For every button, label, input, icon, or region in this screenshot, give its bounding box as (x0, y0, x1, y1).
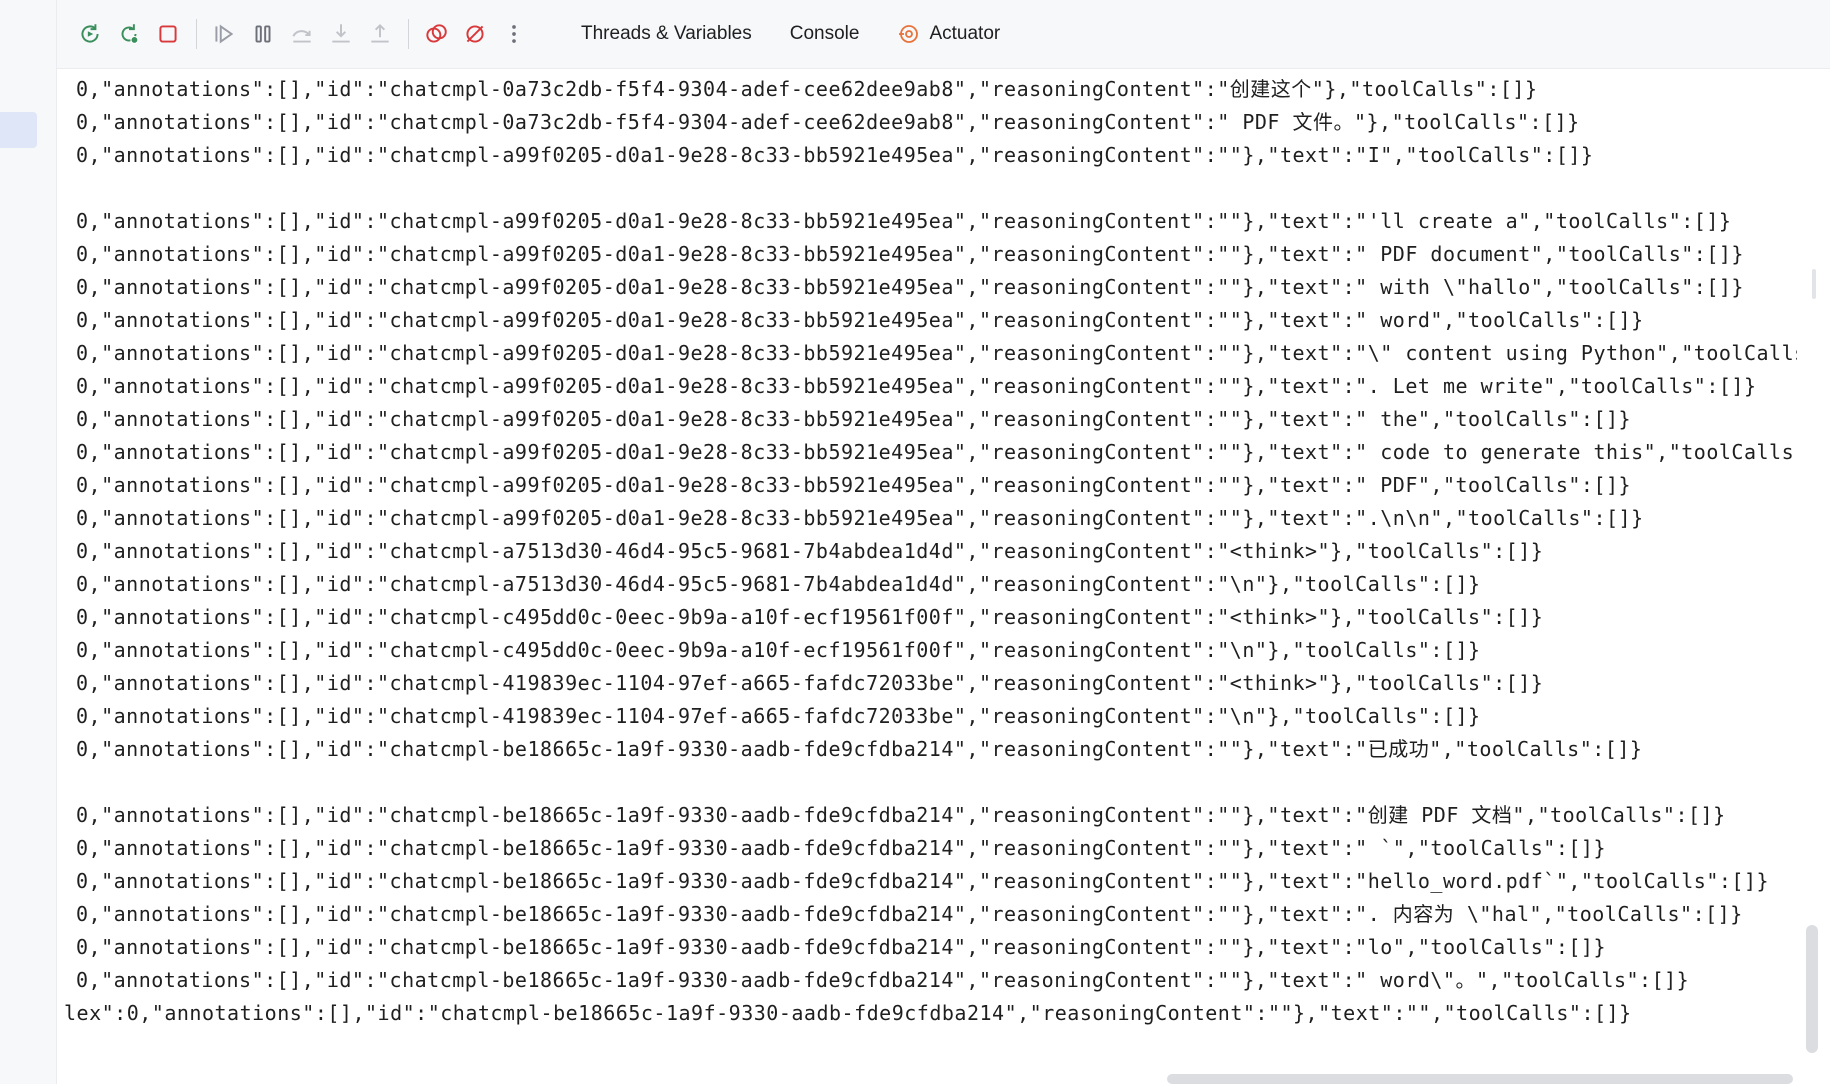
step-into-button[interactable] (322, 15, 360, 53)
pause-icon (255, 25, 271, 43)
restart-button[interactable] (110, 15, 148, 53)
resume-icon (215, 24, 234, 44)
console-output[interactable]: 0,"annotations":[],"id":"chatcmpl-0a73c2… (57, 69, 1797, 1084)
rerun-icon (81, 24, 99, 43)
scroll-marker (1812, 269, 1816, 299)
mute-breakpoints-icon (466, 25, 484, 43)
console-line: 0,"annotations":[],"id":"chatcmpl-0a73c2… (76, 77, 1538, 101)
step-over-button[interactable] (283, 15, 321, 53)
console-line: 0,"annotations":[],"id":"chatcmpl-be1866… (76, 869, 1770, 893)
console-line: 0,"annotations":[],"id":"chatcmpl-419839… (76, 704, 1481, 728)
gutter-selected-item[interactable] (0, 112, 37, 148)
left-gutter (0, 0, 57, 1084)
console-line: 0,"annotations":[],"id":"chatcmpl-be1866… (76, 836, 1607, 860)
horizontal-scrollbar-thumb[interactable] (1167, 1074, 1793, 1084)
console-line: 0,"annotations":[],"id":"chatcmpl-a99f02… (76, 506, 1644, 530)
console-line: 0,"annotations":[],"id":"chatcmpl-be1866… (76, 737, 1643, 761)
console-line: 0,"annotations":[],"id":"chatcmpl-0a73c2… (76, 110, 1580, 134)
tab-threads-variables[interactable]: Threads & Variables (562, 0, 771, 68)
step-into-icon (332, 24, 350, 43)
mute-breakpoints-button[interactable] (456, 15, 494, 53)
console-line: 0,"annotations":[],"id":"chatcmpl-be1866… (76, 902, 1743, 926)
console-lines: 0,"annotations":[],"id":"chatcmpl-0a73c2… (64, 69, 1797, 1030)
console-line: 0,"annotations":[],"id":"chatcmpl-a99f02… (76, 143, 1594, 167)
console-line: 0,"annotations":[],"id":"chatcmpl-c495dd… (76, 605, 1544, 629)
view-breakpoints-button[interactable] (417, 15, 455, 53)
step-out-button[interactable] (361, 15, 399, 53)
console-line: 0,"annotations":[],"id":"chatcmpl-a99f02… (76, 308, 1644, 332)
console-line: 0,"annotations":[],"id":"chatcmpl-a99f02… (76, 407, 1632, 431)
console-line: 0,"annotations":[],"id":"chatcmpl-a99f02… (76, 209, 1732, 233)
stop-button[interactable] (149, 15, 187, 53)
tab-label: Actuator (929, 23, 1001, 44)
console-line: 0,"annotations":[],"id":"chatcmpl-a99f02… (76, 440, 1797, 464)
view-breakpoints-icon (426, 24, 447, 43)
console-line: 0,"annotations":[],"id":"chatcmpl-c495dd… (76, 638, 1481, 662)
step-out-icon (371, 23, 389, 43)
more-icon (512, 25, 516, 43)
tab-console[interactable]: Console (771, 0, 879, 68)
console-line: 0,"annotations":[],"id":"chatcmpl-be1866… (76, 968, 1690, 992)
pause-button[interactable] (244, 15, 282, 53)
tab-label: Console (789, 23, 860, 44)
resume-button[interactable] (205, 15, 243, 53)
tab-label: Threads & Variables (581, 23, 752, 44)
rerun-button[interactable] (71, 15, 109, 53)
console-line: 0,"annotations":[],"id":"chatcmpl-a99f02… (76, 341, 1797, 365)
more-button[interactable] (495, 15, 533, 53)
vertical-scrollbar[interactable] (1800, 69, 1830, 1084)
console-line: 0,"annotations":[],"id":"chatcmpl-be1866… (76, 803, 1726, 827)
console-line: 0,"annotations":[],"id":"chatcmpl-a7513d… (76, 539, 1544, 563)
vertical-scrollbar-thumb[interactable] (1806, 925, 1818, 1053)
console-line: 0,"annotations":[],"id":"chatcmpl-a7513d… (76, 572, 1481, 596)
toolbar-separator (408, 19, 409, 49)
console-line: 0,"annotations":[],"id":"chatcmpl-a99f02… (76, 473, 1632, 497)
console-line: 0,"annotations":[],"id":"chatcmpl-be1866… (76, 935, 1607, 959)
restart-icon (121, 24, 139, 44)
console-line: 0,"annotations":[],"id":"chatcmpl-a99f02… (76, 242, 1744, 266)
debug-toolbar: Threads & Variables Console Actuator (57, 0, 1830, 69)
console-line: 0,"annotations":[],"id":"chatcmpl-a99f02… (76, 275, 1744, 299)
stop-icon (159, 25, 177, 43)
console-line: 0,"annotations":[],"id":"chatcmpl-a99f02… (76, 374, 1757, 398)
console-line: 0,"annotations":[],"id":"chatcmpl-419839… (76, 671, 1544, 695)
actuator-icon (897, 22, 921, 46)
step-over-icon (292, 30, 311, 43)
toolbar-separator (196, 19, 197, 49)
tab-actuator[interactable]: Actuator (878, 0, 1019, 68)
console-line: lex":0,"annotations":[],"id":"chatcmpl-b… (64, 1001, 1632, 1025)
